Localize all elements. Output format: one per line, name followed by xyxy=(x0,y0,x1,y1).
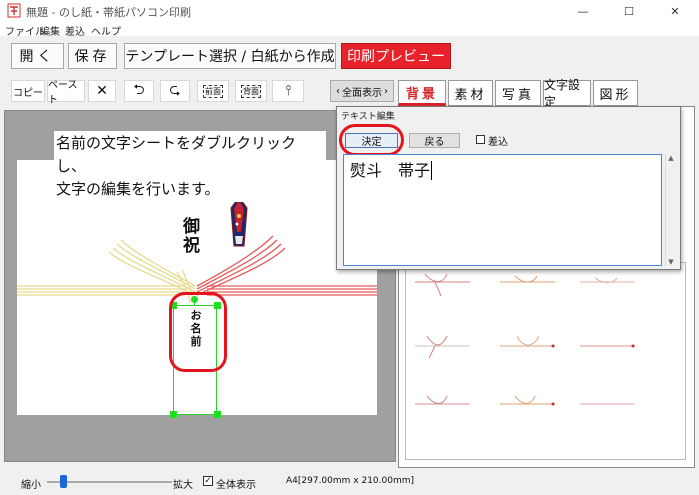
instruction-text: 名前の文字シートをダブルクリックし、 文字の編集を行います。 xyxy=(54,131,326,202)
zoom-in-label: 拡大 xyxy=(173,480,193,491)
thumb-dot-1 xyxy=(551,344,555,348)
full-view-label: 全面表示 xyxy=(342,87,382,99)
mizuhiki-thumbnails xyxy=(415,273,635,406)
thumb-row-2 xyxy=(415,335,635,359)
print-preview-button[interactable]: 印刷プレビュー xyxy=(341,43,451,69)
text-caret xyxy=(431,161,433,180)
chevron-right-icon: › xyxy=(384,85,388,97)
chevron-left-icon: ‹ xyxy=(336,85,340,97)
send-back-icon: 背面 xyxy=(241,84,261,98)
window-title: 無題 - のし紙・帯紙パソコン印刷 xyxy=(26,6,191,19)
paper-size-label: A4[297.00mm x 210.00mm] xyxy=(286,476,415,486)
fullview-label: 全体表示 xyxy=(216,480,256,491)
menu-file[interactable]: ファイル xyxy=(5,23,45,38)
back-button[interactable]: 戻る xyxy=(409,133,460,148)
insert-checkbox-label: 差込 xyxy=(488,137,508,148)
highlight-oval-confirm xyxy=(339,124,404,156)
resize-handle-bottom-left[interactable] xyxy=(170,411,177,418)
tab-background[interactable]: 背景 xyxy=(398,80,446,106)
kotobuki-text[interactable]: 御祝 xyxy=(183,218,207,256)
tab-materials[interactable]: 素材 xyxy=(448,80,493,106)
delete-icon[interactable]: ✕ xyxy=(88,80,116,102)
open-button[interactable]: 開く xyxy=(11,43,64,69)
undo-icon[interactable]: ⮌ xyxy=(124,80,154,102)
bring-front-button[interactable]: 前面 xyxy=(197,80,229,102)
menu-edit[interactable]: 編集 xyxy=(40,23,60,38)
insert-checkbox[interactable] xyxy=(476,135,485,144)
template-button[interactable]: テンプレート選択 / 白紙から作成 xyxy=(124,43,336,69)
fullview-checkbox[interactable]: ✓ xyxy=(203,476,213,486)
dialog-title: テキスト編集 xyxy=(341,112,395,122)
tree-icon[interactable]: ⫯ xyxy=(272,80,304,102)
dialog-scrollbar[interactable]: ▲ ▼ xyxy=(665,154,676,266)
copy-button[interactable]: コピー xyxy=(11,80,45,102)
send-back-button[interactable]: 背面 xyxy=(235,80,267,102)
app-icon xyxy=(7,3,21,18)
zoom-out-label: 縮小 xyxy=(21,480,41,491)
menu-help[interactable]: ヘルプ xyxy=(91,23,121,38)
scroll-down-icon[interactable]: ▼ xyxy=(666,258,676,266)
thumb-dot-3 xyxy=(631,344,635,348)
thumb-dot-2 xyxy=(551,402,555,406)
maximize-button[interactable]: ☐ xyxy=(606,0,652,22)
bring-front-icon: 前面 xyxy=(203,84,223,98)
menu-insert[interactable]: 差込 xyxy=(65,23,85,38)
minimize-button[interactable]: — xyxy=(560,0,606,22)
highlight-oval-name xyxy=(169,292,227,372)
instruction-line-2: 文字の編集を行います。 xyxy=(56,180,220,198)
redo-icon[interactable]: ⮎ xyxy=(160,80,190,102)
noshi-ornament-icon xyxy=(230,196,248,247)
resize-handle-bottom-right[interactable] xyxy=(214,411,221,418)
close-button[interactable]: ✕ xyxy=(652,0,698,22)
instruction-line-1: 名前の文字シートをダブルクリックし、 xyxy=(56,134,297,175)
tab-photo[interactable]: 写真 xyxy=(495,80,541,106)
tab-text-settings[interactable]: 文字設定 xyxy=(543,78,591,109)
text-edit-input[interactable]: 熨斗 帯子 xyxy=(343,154,662,266)
text-edit-value: 熨斗 帯子 xyxy=(350,161,431,180)
save-button[interactable]: 保存 xyxy=(68,43,117,69)
full-view-nav-button[interactable]: ‹ 全面表示 › xyxy=(330,80,394,102)
scroll-up-icon[interactable]: ▲ xyxy=(666,154,676,162)
zoom-slider-thumb[interactable] xyxy=(60,475,67,488)
thumb-row-1 xyxy=(415,273,635,297)
paste-button[interactable]: ペースト xyxy=(47,80,85,106)
thumb-row-3 xyxy=(415,395,635,405)
tab-shapes[interactable]: 図形 xyxy=(593,80,638,106)
